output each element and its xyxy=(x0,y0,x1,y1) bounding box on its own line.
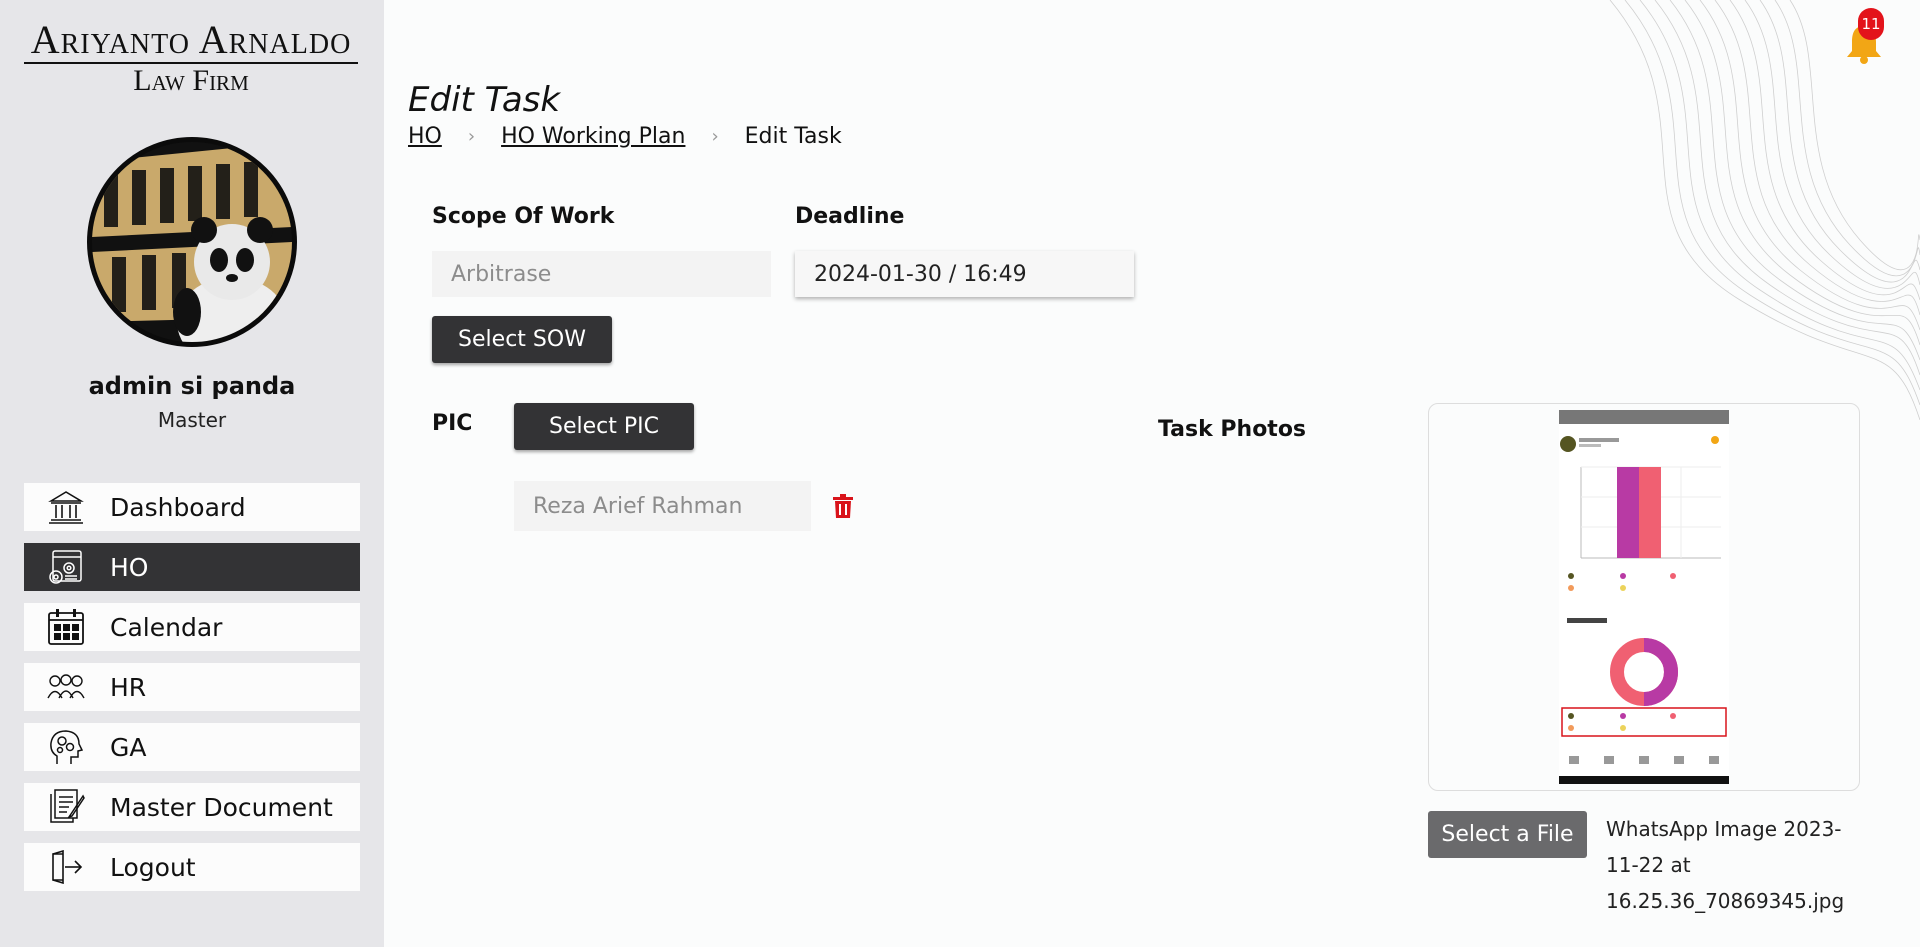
user-name: admin si panda xyxy=(88,372,296,400)
document-icon xyxy=(46,787,86,827)
head-gears-icon xyxy=(46,727,86,767)
sidebar-item-dashboard[interactable]: Dashboard xyxy=(24,483,360,531)
chevron-right-icon: › xyxy=(467,126,476,147)
sidebar-item-label: HR xyxy=(110,672,147,702)
deadline-label: Deadline xyxy=(795,204,905,229)
select-pic-button[interactable]: Select PIC xyxy=(514,403,694,450)
sidebar: Ariyanto Arnaldo Law Firm admin si panda… xyxy=(0,0,384,947)
select-sow-button[interactable]: Select SOW xyxy=(432,316,612,363)
sidebar-item-label: Dashboard xyxy=(110,492,246,522)
notification-badge: 11 xyxy=(1858,8,1884,40)
breadcrumb: HO › HO Working Plan › Edit Task xyxy=(408,124,842,149)
logout-icon xyxy=(46,847,86,887)
pic-input[interactable]: Reza Arief Rahman xyxy=(514,481,811,531)
task-photo-thumbnail xyxy=(1559,410,1729,784)
avatar xyxy=(87,137,297,347)
selected-file-name: WhatsApp Image 2023-11-22 at 16.25.36_70… xyxy=(1606,817,1845,913)
sidebar-item-ho[interactable]: HO xyxy=(24,543,360,591)
calendar-icon xyxy=(46,607,86,647)
sidebar-item-label: HO xyxy=(110,552,149,582)
task-photos-label: Task Photos xyxy=(1158,417,1307,442)
sidebar-item-label: Logout xyxy=(110,852,196,882)
chevron-right-icon: › xyxy=(711,126,719,147)
deadline-input[interactable]: 2024-01-30 / 16:49 xyxy=(795,251,1134,297)
scope-of-work-label: Scope Of Work xyxy=(432,204,615,229)
sidebar-item-master-document[interactable]: Master Document xyxy=(24,783,360,831)
select-file-button[interactable]: Select a File xyxy=(1428,811,1587,858)
scope-of-work-input[interactable]: Arbitrase xyxy=(432,251,771,297)
sidebar-item-label: Calendar xyxy=(110,612,223,642)
trash-icon[interactable] xyxy=(833,494,853,518)
sidebar-item-label: GA xyxy=(110,732,147,762)
breadcrumb-ho-working-plan[interactable]: HO Working Plan xyxy=(501,124,685,149)
breadcrumb-current: Edit Task xyxy=(744,124,842,149)
pic-label: PIC xyxy=(432,411,473,436)
firm-logo: Ariyanto Arnaldo Law Firm xyxy=(24,20,358,98)
office-settings-icon xyxy=(46,547,86,587)
user-role: Master xyxy=(157,408,227,432)
people-icon xyxy=(46,667,86,707)
sidebar-item-ga[interactable]: GA xyxy=(24,723,360,771)
sidebar-item-logout[interactable]: Logout xyxy=(24,843,360,891)
sidebar-item-hr[interactable]: HR xyxy=(24,663,360,711)
sidebar-item-label: Master Document xyxy=(110,792,333,822)
bank-icon xyxy=(46,487,86,527)
breadcrumb-ho[interactable]: HO xyxy=(408,124,442,149)
panda-avatar-icon xyxy=(92,142,292,342)
sidebar-item-calendar[interactable]: Calendar xyxy=(24,603,360,651)
page-title: Edit Task xyxy=(408,80,561,120)
